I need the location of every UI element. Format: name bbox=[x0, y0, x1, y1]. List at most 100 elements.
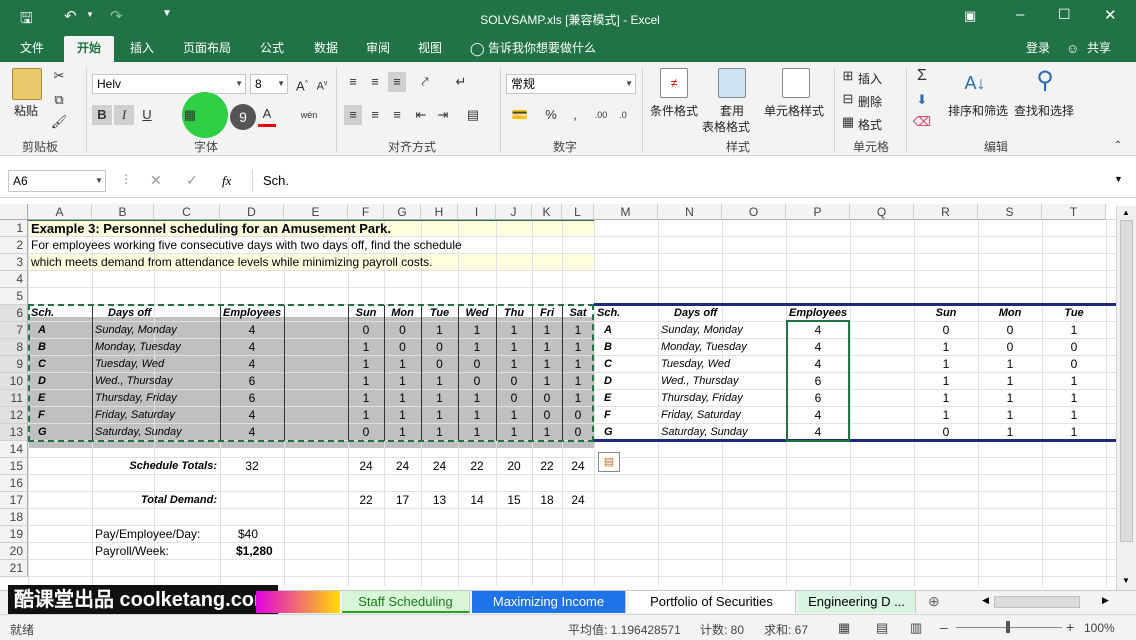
cell[interactable]: 24 bbox=[384, 458, 421, 475]
sort-filter-button[interactable]: 排序和筛选 bbox=[948, 102, 1008, 119]
row-header[interactable]: 10 bbox=[0, 373, 28, 390]
cell[interactable]: G bbox=[28, 424, 92, 441]
increase-decimal-icon[interactable]: .00 bbox=[592, 105, 610, 125]
align-left-icon[interactable]: ≡ bbox=[344, 105, 362, 125]
cell[interactable]: 1 bbox=[1042, 322, 1106, 339]
cell[interactable]: Tuesday, Wed bbox=[92, 356, 220, 373]
cell[interactable]: D bbox=[594, 373, 658, 390]
cell[interactable]: 0 bbox=[978, 339, 1042, 356]
user-icon[interactable]: ☺ bbox=[1066, 41, 1079, 56]
tab-formulas[interactable]: 公式 bbox=[250, 36, 294, 62]
cell[interactable]: 1 bbox=[384, 424, 421, 441]
cell[interactable]: $40 bbox=[220, 526, 284, 543]
add-sheet-icon[interactable]: ⊕ bbox=[928, 593, 940, 610]
align-right-icon[interactable]: ≡ bbox=[388, 105, 406, 125]
cell[interactable]: 0 bbox=[421, 356, 458, 373]
tab-data[interactable]: 数据 bbox=[304, 36, 348, 62]
align-top-icon[interactable]: ≡ bbox=[344, 72, 362, 92]
cell[interactable]: 14 bbox=[458, 492, 496, 509]
cell[interactable]: 1 bbox=[562, 390, 594, 407]
tab-home[interactable]: 开始 bbox=[64, 36, 114, 62]
sheet-tab-engineering[interactable]: Engineering D ... bbox=[798, 591, 916, 613]
cell[interactable]: 24 bbox=[562, 458, 594, 475]
conditional-format-icon[interactable]: ≠ bbox=[660, 68, 688, 98]
cell[interactable]: 24 bbox=[348, 458, 384, 475]
col-header[interactable]: G bbox=[384, 204, 421, 220]
cell[interactable]: Mon bbox=[384, 305, 421, 322]
cell[interactable]: $1,280 bbox=[220, 543, 284, 560]
cell[interactable]: 4 bbox=[786, 339, 850, 356]
scroll-thumb[interactable] bbox=[1120, 220, 1133, 542]
col-header[interactable]: H bbox=[421, 204, 458, 220]
fill-icon[interactable]: ⬇ bbox=[912, 90, 932, 110]
cell[interactable]: 0 bbox=[914, 424, 978, 441]
quick-analysis-icon[interactable]: ▤ bbox=[598, 452, 620, 472]
cell[interactable]: 4 bbox=[220, 322, 284, 339]
col-header[interactable]: M bbox=[594, 204, 658, 220]
insert-cells-icon[interactable]: ⊞ bbox=[840, 66, 856, 86]
col-header[interactable]: E bbox=[284, 204, 348, 220]
row-header[interactable]: 8 bbox=[0, 339, 28, 356]
cell[interactable]: 1 bbox=[421, 322, 458, 339]
cell[interactable]: A bbox=[28, 322, 92, 339]
orientation-icon[interactable]: ⤤ bbox=[414, 72, 436, 92]
cell[interactable]: 1 bbox=[532, 373, 562, 390]
cell[interactable]: 1 bbox=[496, 339, 532, 356]
format-as-table-line1[interactable]: 套用 bbox=[720, 102, 744, 119]
cell[interactable]: 1 bbox=[978, 356, 1042, 373]
sheet-tab-maximizing-income[interactable]: Maximizing Income bbox=[472, 591, 626, 613]
cell[interactable]: Wed., Thursday bbox=[658, 373, 786, 390]
delete-cells-button[interactable]: 删除 bbox=[858, 93, 882, 110]
cell[interactable]: 4 bbox=[786, 322, 850, 339]
cell[interactable]: 0 bbox=[1042, 339, 1106, 356]
col-header[interactable]: D bbox=[220, 204, 284, 220]
cell[interactable]: 1 bbox=[978, 390, 1042, 407]
tell-me-box[interactable]: 告诉我你想要做什么 bbox=[488, 36, 618, 62]
accounting-format-icon[interactable]: 💳 bbox=[508, 105, 532, 125]
cell[interactable]: Friday, Saturday bbox=[92, 407, 220, 424]
cell[interactable]: 1 bbox=[421, 424, 458, 441]
cell[interactable]: 17 bbox=[384, 492, 421, 509]
font-size-combo[interactable]: 8 ▼ bbox=[250, 74, 288, 94]
cell[interactable]: 1 bbox=[348, 373, 384, 390]
cell[interactable]: E bbox=[28, 390, 92, 407]
conditional-format-button[interactable]: 条件格式 bbox=[650, 102, 698, 119]
cut-icon[interactable]: ✂ bbox=[50, 66, 68, 86]
cell[interactable]: 1 bbox=[1042, 407, 1106, 424]
cell[interactable]: 1 bbox=[496, 424, 532, 441]
cell[interactable]: Sun bbox=[348, 305, 384, 322]
cell[interactable]: 0 bbox=[496, 390, 532, 407]
decrease-indent-icon[interactable]: ⇤ bbox=[412, 105, 430, 125]
normal-view-icon[interactable]: ▦ bbox=[838, 620, 850, 636]
col-header[interactable]: K bbox=[532, 204, 562, 220]
enter-icon[interactable]: ✓ bbox=[186, 172, 198, 189]
cancel-icon[interactable]: ✕ bbox=[150, 172, 162, 189]
cell[interactable]: D bbox=[28, 373, 92, 390]
paste-button-label[interactable]: 粘贴 bbox=[14, 102, 38, 119]
cell[interactable]: 4 bbox=[220, 339, 284, 356]
shrink-font-icon[interactable]: Av bbox=[314, 74, 330, 97]
cell[interactable]: 1 bbox=[914, 407, 978, 424]
row-header[interactable]: 11 bbox=[0, 390, 28, 407]
find-select-icon[interactable]: ⚲ bbox=[1030, 66, 1060, 96]
increase-indent-icon[interactable]: ⇥ bbox=[434, 105, 452, 125]
cell[interactable]: Mon bbox=[978, 305, 1042, 322]
col-header[interactable]: O bbox=[722, 204, 786, 220]
sheet-tab-staff-scheduling[interactable]: Staff Scheduling bbox=[342, 591, 470, 613]
row-header[interactable]: 4 bbox=[0, 271, 28, 288]
cell[interactable]: 0 bbox=[914, 322, 978, 339]
row-header[interactable]: 15 bbox=[0, 458, 28, 475]
col-header[interactable]: J bbox=[496, 204, 532, 220]
grow-font-icon[interactable]: A^ bbox=[294, 74, 310, 96]
undo-dropdown-icon[interactable]: ▼ bbox=[86, 10, 94, 19]
cell[interactable]: 18 bbox=[532, 492, 562, 509]
cell[interactable]: A bbox=[594, 322, 658, 339]
cell[interactable]: Wed bbox=[458, 305, 496, 322]
tab-file[interactable]: 文件 bbox=[8, 36, 56, 62]
align-center-icon[interactable]: ≡ bbox=[366, 105, 384, 125]
copy-icon[interactable]: ⧉ bbox=[50, 90, 68, 110]
tab-page-layout[interactable]: 页面布局 bbox=[174, 36, 240, 62]
col-header[interactable]: N bbox=[658, 204, 722, 220]
cell[interactable]: F bbox=[594, 407, 658, 424]
vertical-scrollbar[interactable]: ▲ ▼ bbox=[1116, 206, 1136, 590]
